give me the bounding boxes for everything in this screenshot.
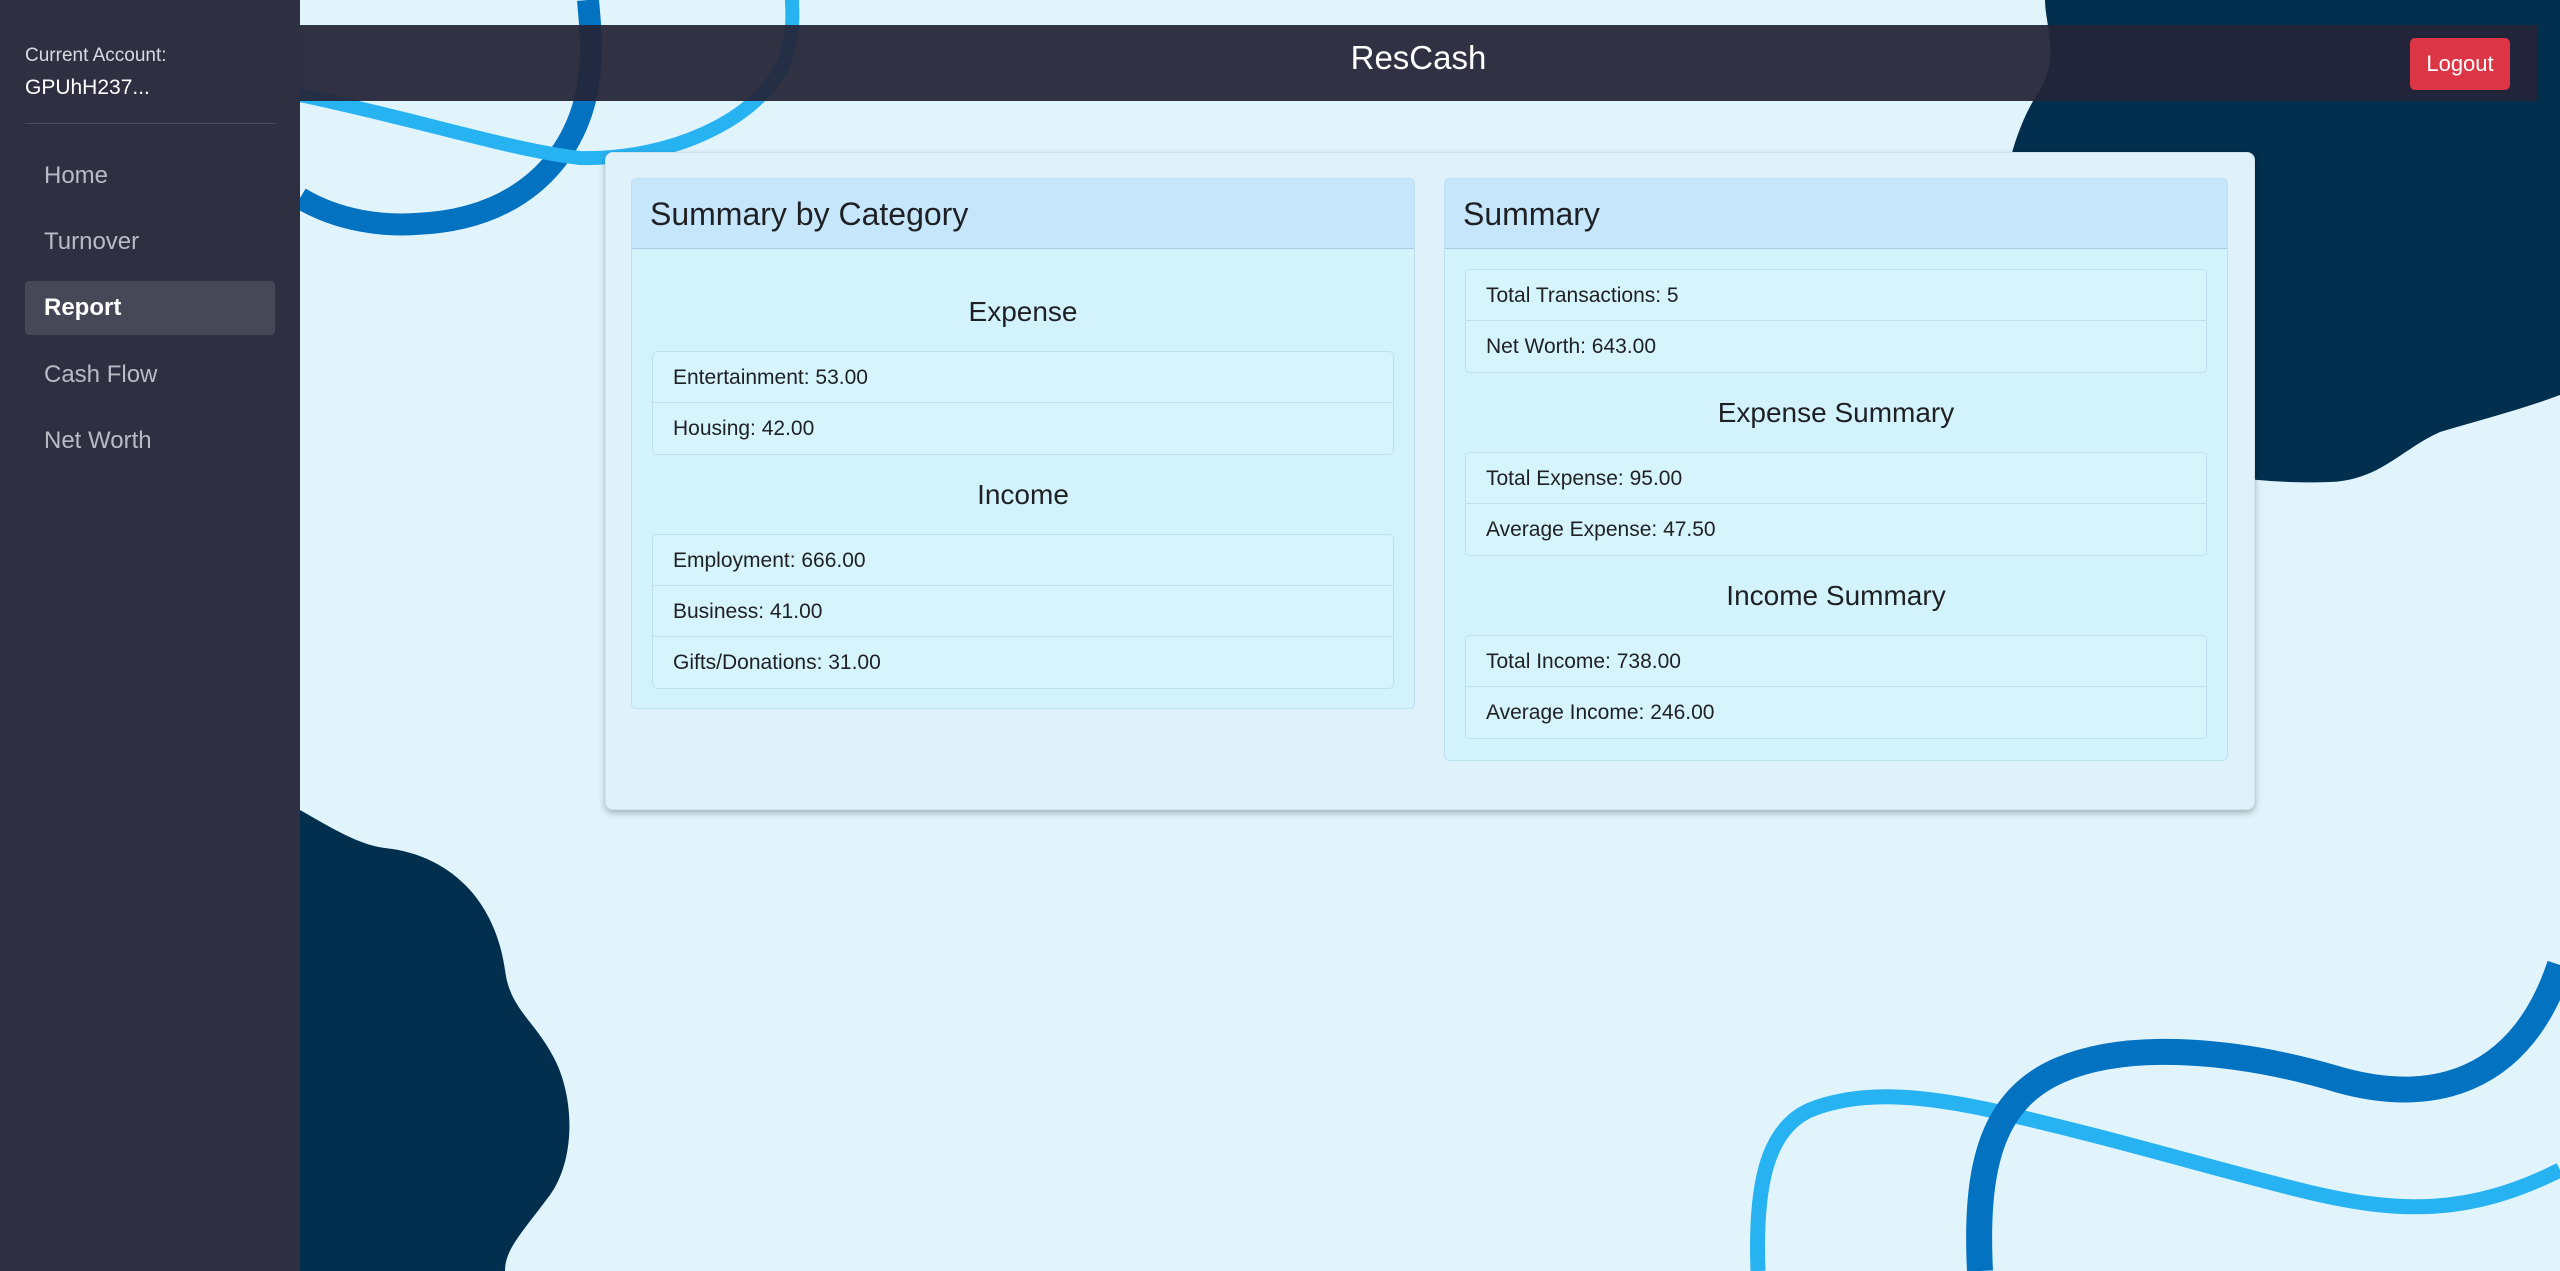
sidebar-item-cash-flow[interactable]: Cash Flow bbox=[25, 348, 275, 402]
wave-bottom-dark bbox=[1966, 960, 2560, 1271]
summary-by-category-title: Summary by Category bbox=[632, 179, 1414, 249]
list-item: Business: 41.00 bbox=[653, 586, 1393, 637]
sidebar-item-home[interactable]: Home bbox=[25, 149, 275, 203]
list-item: Housing: 42.00 bbox=[673, 417, 815, 440]
sidebar: Current Account: GPUhH237... Home Turnov… bbox=[0, 0, 300, 1271]
expense-category-list: Entertainment: 53.00 Housing: 42.00 bbox=[652, 351, 1394, 455]
sidebar-item-report[interactable]: Report bbox=[25, 281, 275, 335]
expense-section-title: Expense bbox=[968, 296, 1078, 327]
summary-panel: Summary Total Transactions: 5 Net Worth:… bbox=[1444, 178, 2228, 761]
expense-summary-list: Total Expense: 95.00 Average Expense: 47… bbox=[1465, 452, 2207, 556]
logout-button[interactable]: Logout bbox=[2410, 38, 2510, 90]
list-item: Total Income: 738.00 bbox=[1466, 636, 2206, 687]
income-summary-list: Total Income: 738.00 Average Income: 246… bbox=[1465, 635, 2207, 739]
list-item: Average Expense: 47.50 bbox=[1486, 518, 1716, 541]
list-item: Total Transactions: 5 bbox=[1466, 270, 2206, 321]
list-item: Average Income: 246.00 bbox=[1486, 701, 1715, 724]
blob-bottom-left bbox=[300, 810, 570, 1271]
app-title: ResCash bbox=[1350, 39, 1487, 76]
expense-summary-title: Expense Summary bbox=[1717, 397, 1955, 428]
general-summary-list: Total Transactions: 5 Net Worth: 643.00 bbox=[1465, 269, 2207, 373]
report-card: Summary by Category Expense Entertainmen… bbox=[605, 152, 2255, 810]
current-account-id: GPUhH237... bbox=[25, 76, 150, 99]
sidebar-item-net-worth[interactable]: Net Worth bbox=[25, 414, 275, 468]
income-section-title: Income bbox=[977, 479, 1069, 510]
list-item: Gifts/Donations: 31.00 bbox=[673, 651, 881, 674]
sidebar-divider bbox=[25, 123, 275, 124]
list-item: Entertainment: 53.00 bbox=[653, 352, 1393, 403]
list-item: Net Worth: 643.00 bbox=[1486, 335, 1657, 358]
summary-by-category-panel: Summary by Category Expense Entertainmen… bbox=[631, 178, 1415, 709]
income-summary-title: Income Summary bbox=[1726, 580, 1946, 611]
current-account-label: Current Account: bbox=[25, 45, 167, 66]
top-navbar: ResCash Logout bbox=[300, 25, 2537, 101]
sidebar-item-turnover[interactable]: Turnover bbox=[25, 215, 275, 269]
list-item: Total Expense: 95.00 bbox=[1466, 453, 2206, 504]
wave-bottom-light bbox=[1750, 1089, 2560, 1271]
list-item: Employment: 666.00 bbox=[653, 535, 1393, 586]
income-category-list: Employment: 666.00 Business: 41.00 Gifts… bbox=[652, 534, 1394, 689]
summary-title: Summary bbox=[1445, 179, 2227, 249]
